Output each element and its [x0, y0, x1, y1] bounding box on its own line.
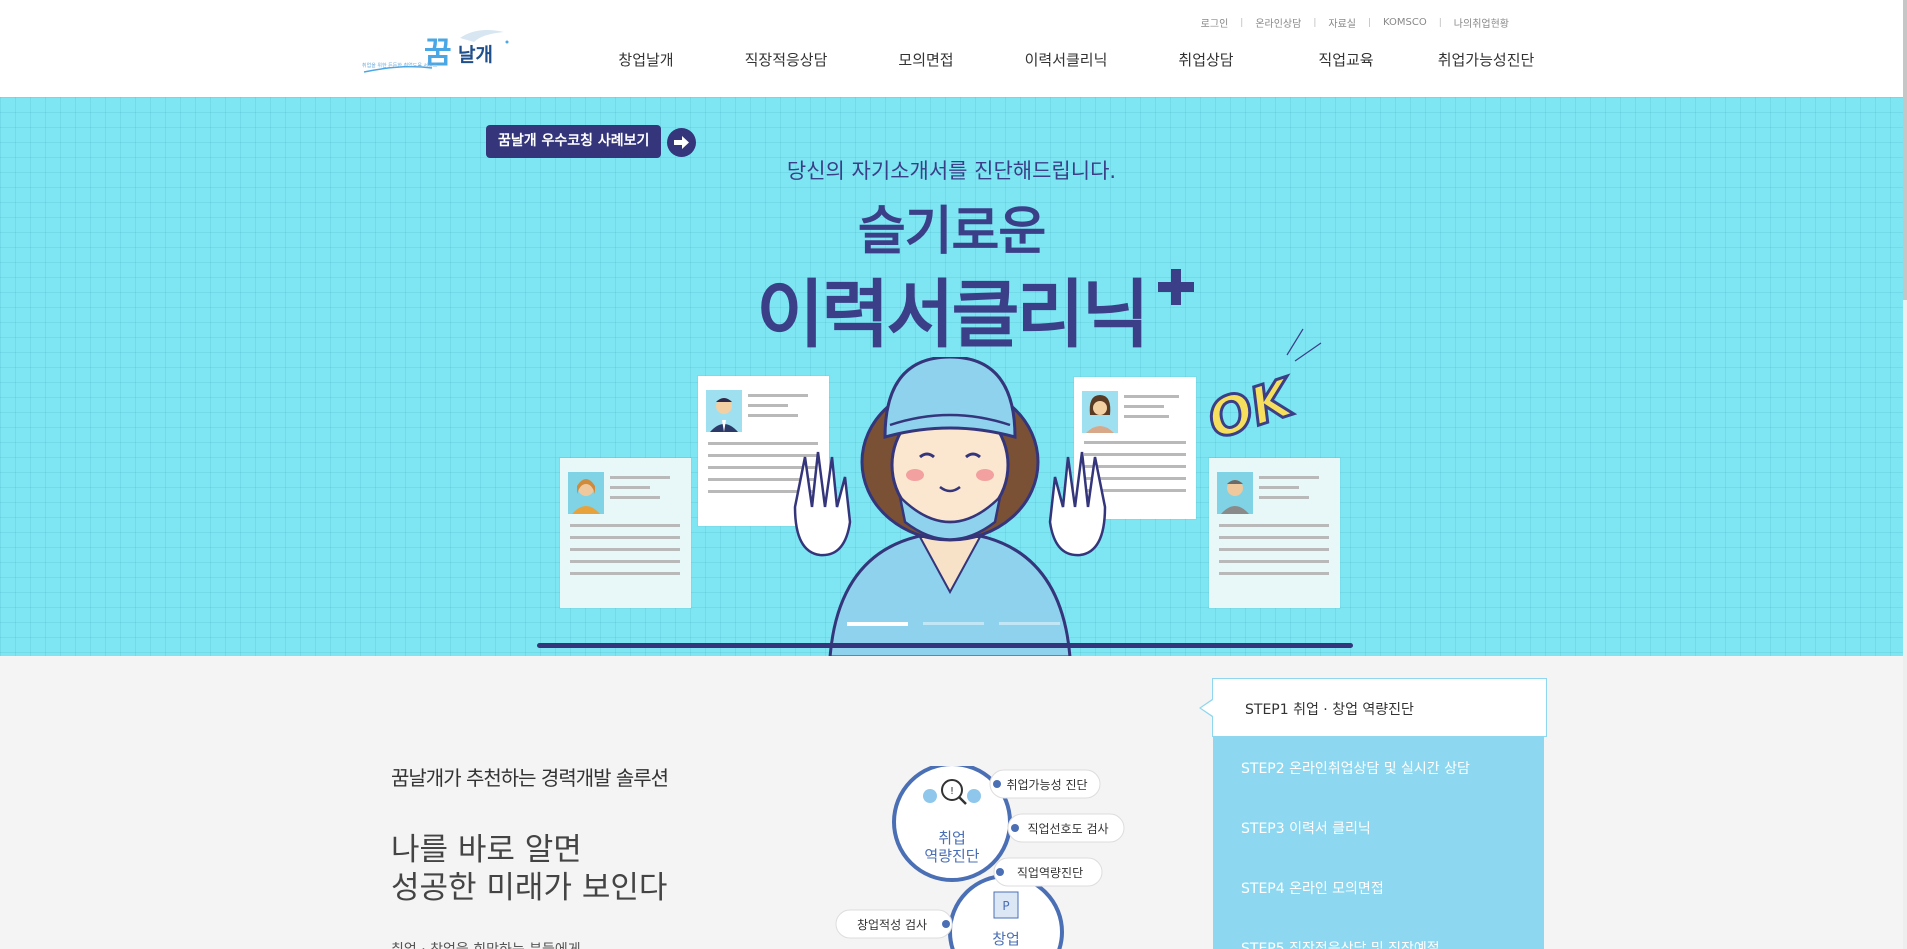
solution-section: 꿈날개가 추천하는 경력개발 솔루션 나를 바로 알면 성공한 미래가 보인다 … [0, 656, 1903, 949]
slide-dot-3[interactable] [999, 622, 1060, 625]
section-headline-2: 성공한 미래가 보인다 [391, 870, 668, 906]
komsco-link[interactable]: KOMSCO [1383, 17, 1427, 28]
plus-icon [1158, 269, 1194, 305]
diagram-label-1: 취업가능성 진단 [1006, 778, 1087, 792]
ok-badge: OK [1199, 367, 1301, 453]
text-line [1259, 496, 1309, 499]
nav-mock-interview[interactable]: 모의면접 [856, 49, 996, 70]
step-1[interactable]: STEP1 취업 · 창업 역량진단 [1199, 678, 1547, 737]
hero-banner[interactable]: 꿈날개 우수코칭 사례보기 당신의 자기소개서를 진단해드립니다. 슬기로운 이… [0, 97, 1903, 657]
competency-diagram: ! 취업 역량진단 취업가능성 진단 직업선호도 검사 직업역량진단 창업적성 … [835, 766, 1125, 949]
divider: | [1367, 17, 1372, 28]
slide-indicators [847, 622, 1060, 626]
header: 로그인 | 온라인상담 | 자료실 | KOMSCO | 나의취업현황 꿈 날개… [0, 0, 1907, 97]
diagram-second-label: 창업 [992, 930, 1020, 948]
arrow-right-icon[interactable] [667, 128, 696, 157]
diagram-center-2: 역량진단 [924, 847, 979, 865]
section-body: 취업 · 창업을 희망하는 분들에게 [391, 939, 581, 949]
text-line [1124, 395, 1179, 398]
text-line [1124, 405, 1164, 408]
profile-photo [568, 472, 604, 514]
scrollbar-thumb[interactable] [1903, 0, 1907, 300]
hero-title-line1: 슬기로운 [857, 202, 1046, 262]
text-line [1259, 486, 1299, 489]
nav-startup[interactable]: 창업날개 [576, 49, 716, 70]
text-line [1219, 548, 1329, 551]
nurse-illustration [793, 357, 1107, 657]
nav-employability[interactable]: 취업가능성진단 [1416, 49, 1556, 70]
text-line [748, 404, 788, 407]
nav-resume-clinic[interactable]: 이력서클리닉 [996, 49, 1136, 70]
text-line [1124, 415, 1169, 418]
case-study-button[interactable]: 꿈날개 우수코칭 사례보기 [486, 125, 662, 158]
text-line [570, 524, 680, 527]
svg-text:P: P [1002, 899, 1009, 913]
spark-lines [1286, 328, 1322, 362]
profile-photo [706, 390, 742, 432]
section-title: 꿈날개가 추천하는 경력개발 솔루션 [391, 766, 669, 790]
text-line [570, 572, 680, 575]
resume-card [1209, 458, 1340, 608]
text-line [570, 560, 680, 563]
text-line [610, 486, 650, 489]
slide-dot-2[interactable] [923, 622, 984, 625]
step-2[interactable]: STEP2 온라인취업상담 및 실시간 상담 [1241, 758, 1470, 778]
utility-links: 로그인 | 온라인상담 | 자료실 | KOMSCO | 나의취업현황 [1201, 15, 1509, 30]
profile-photo [1217, 472, 1253, 514]
step-4[interactable]: STEP4 온라인 모의면접 [1241, 878, 1384, 898]
resume-card [560, 458, 691, 608]
archive-link[interactable]: 자료실 [1328, 15, 1356, 30]
online-counsel-link[interactable]: 온라인상담 [1255, 15, 1301, 30]
text-line [1259, 476, 1319, 479]
divider: | [1438, 17, 1442, 28]
login-link[interactable]: 로그인 [1201, 15, 1229, 30]
step-1-label: STEP1 취업 · 창업 역량진단 [1245, 702, 1414, 718]
site-logo[interactable]: 꿈 날개 취업을 위한 든든한 취업도움 서비스 [362, 24, 512, 80]
text-line [1219, 524, 1329, 527]
diagram-center-1: 취업 [938, 829, 966, 847]
step-5[interactable]: STEP5 직장적응상담 및 직장예절 [1241, 938, 1440, 949]
hero-subtitle: 당신의 자기소개서를 진단해드립니다. [786, 159, 1117, 183]
main-nav: 창업날개 직장적응상담 모의면접 이력서클리닉 취업상담 직업교육 취업가능성진… [576, 49, 1556, 70]
diagram-label-4: 창업적성 검사 [857, 918, 927, 932]
text-line [1219, 572, 1329, 575]
text-line [1219, 536, 1329, 539]
text-line [610, 476, 670, 479]
nav-job-counsel[interactable]: 취업상담 [1136, 49, 1276, 70]
divider: | [1240, 17, 1244, 28]
divider: | [1313, 17, 1317, 28]
page: 로그인 | 온라인상담 | 자료실 | KOMSCO | 나의취업현황 꿈 날개… [0, 0, 1907, 949]
nav-job-education[interactable]: 직업교육 [1276, 49, 1416, 70]
desk-line [537, 643, 1353, 648]
hero-title-line2: 이력서클리닉 [756, 272, 1149, 358]
nav-job-adaptation[interactable]: 직장적응상담 [716, 49, 856, 70]
text-line [570, 548, 680, 551]
text-line [1219, 560, 1329, 563]
svg-text:!: ! [950, 786, 954, 797]
logo-tagline: 취업을 위한 든든한 취업도움 서비스 [362, 63, 438, 69]
slide-dot-1[interactable] [847, 622, 908, 626]
logo-mark-wing: 날개 [458, 44, 493, 66]
text-line [570, 536, 680, 539]
my-status-link[interactable]: 나의취업현황 [1454, 15, 1509, 30]
text-line [610, 496, 660, 499]
diagram-label-2: 직업선호도 검사 [1027, 822, 1108, 836]
diagram-label-3: 직업역량진단 [1017, 866, 1083, 880]
step-3[interactable]: STEP3 이력서 클리닉 [1241, 818, 1371, 838]
